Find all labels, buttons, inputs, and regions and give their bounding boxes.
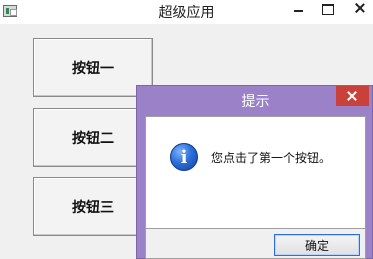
dialog-message: 您点击了第一个按钮。 [211,151,332,165]
dialog-close-icon[interactable] [336,86,369,106]
button-three[interactable]: 按钮三 [33,177,153,236]
dialog-footer: 确定 [145,229,366,259]
message-dialog: 提示 i 您点击了第一个按钮。 确定 [136,85,373,259]
minimize-icon[interactable] [284,0,312,22]
close-icon[interactable] [345,0,373,22]
button-one[interactable]: 按钮一 [33,38,153,97]
main-window: 超级应用 按钮一 按钮二 按钮三 提示 i 您点击了第一个按钮。 确定 [0,0,373,259]
title-bar[interactable]: 超级应用 [0,0,373,24]
ok-button[interactable]: 确定 [274,234,360,256]
dialog-body: i 您点击了第一个按钮。 [145,116,366,229]
info-icon: i [170,143,198,171]
maximize-icon[interactable] [312,0,340,22]
button-two[interactable]: 按钮二 [33,108,153,167]
